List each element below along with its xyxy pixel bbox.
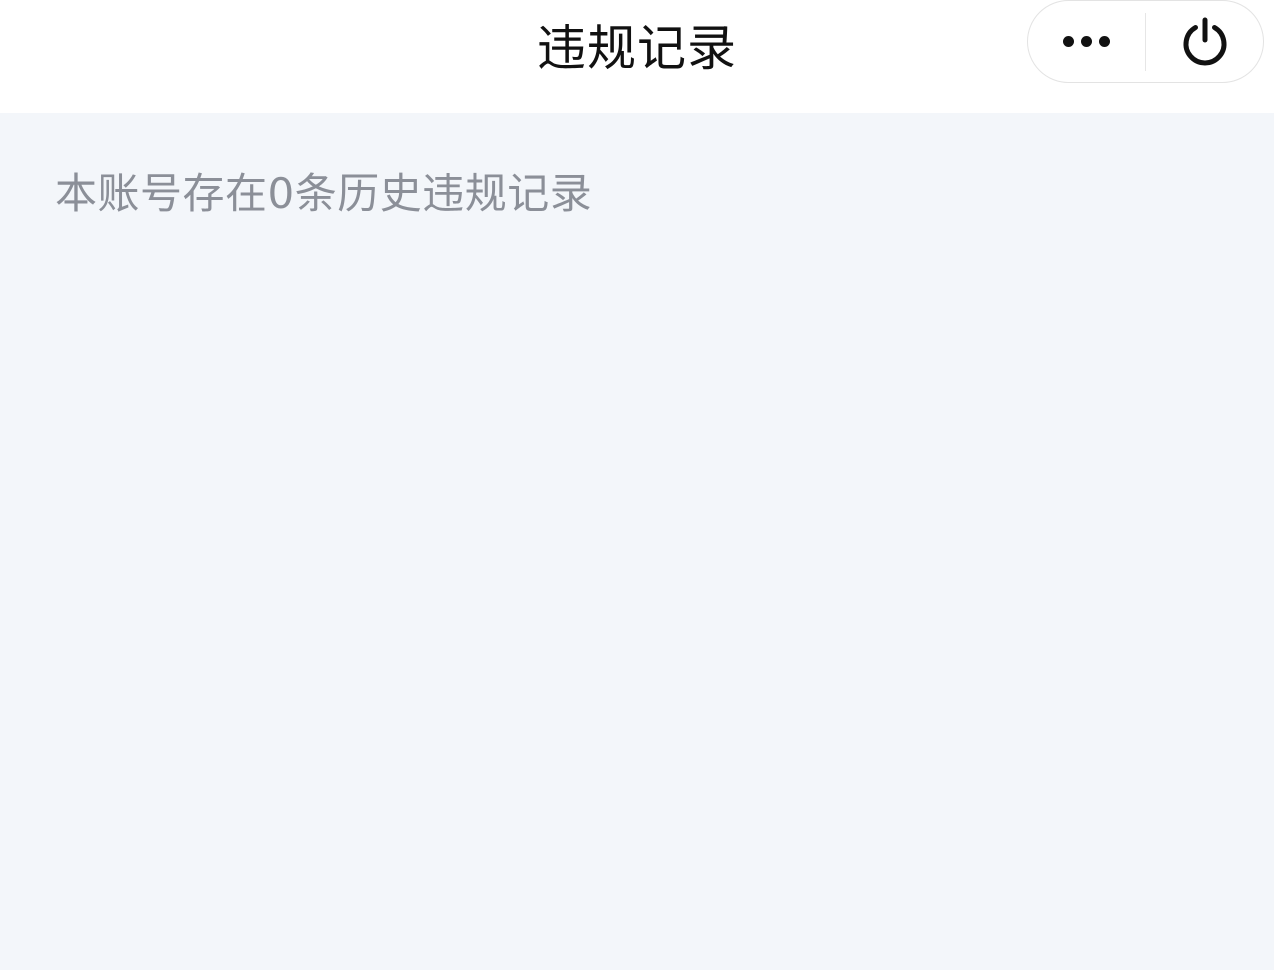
- more-button[interactable]: [1028, 0, 1145, 83]
- more-dots-icon: [1062, 36, 1110, 47]
- close-miniprogram-button[interactable]: [1146, 0, 1263, 83]
- navigation-bar: 违规记录: [0, 0, 1274, 113]
- app-window: 违规记录 本账号存在0条历史违规记录: [0, 0, 1274, 970]
- power-icon: [1183, 17, 1227, 65]
- violation-summary-text: 本账号存在0条历史违规记录: [55, 169, 593, 218]
- menu-capsule: [1027, 0, 1264, 83]
